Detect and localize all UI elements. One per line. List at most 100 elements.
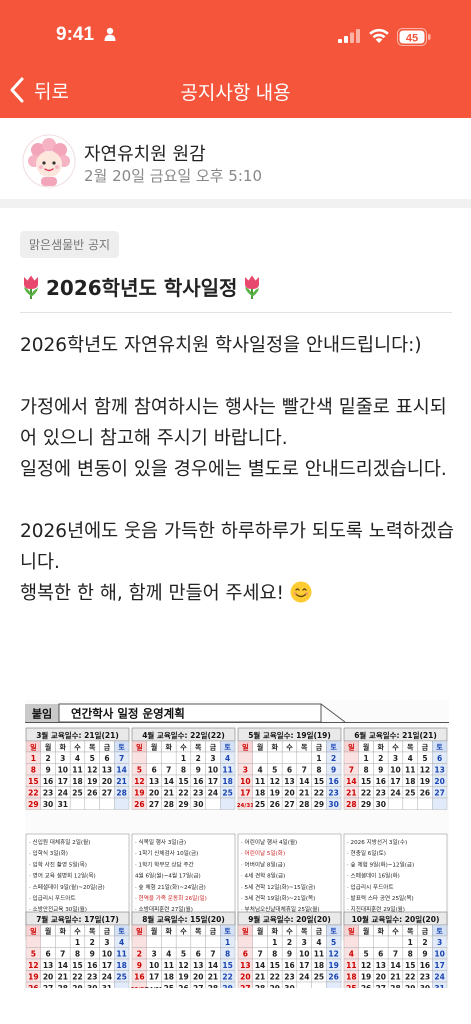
calendar-day: 5 xyxy=(272,765,277,774)
calendar-day: 8 xyxy=(316,765,321,774)
calendar-day: 18 xyxy=(255,788,265,797)
weekday-label: 월 xyxy=(151,743,157,752)
weekday-label: 금 xyxy=(104,928,111,936)
calendar-day: 1 xyxy=(316,754,321,763)
calendar-day: 2 xyxy=(90,938,95,947)
weekday-label: 화 xyxy=(60,743,67,752)
calendar-day: 20 xyxy=(240,972,250,981)
calendar-day: 18 xyxy=(405,777,415,786)
calendar-day: 10 xyxy=(434,949,444,958)
schedule-image[interactable]: 붙임 연간학사 일정 운영계획 3월 교육일수: 21일(21) 일 월 화 수 목 금 토 1… xyxy=(25,700,449,994)
calendar-day: 14 xyxy=(208,961,218,970)
calendar-day: 4 xyxy=(166,949,171,958)
calendar-day: 20 xyxy=(43,972,53,981)
calendar-day: 8 xyxy=(408,949,413,958)
weekday-label: 수 xyxy=(286,744,293,752)
weekday-label: 화 xyxy=(166,927,173,936)
calendar-day: 13 xyxy=(193,961,203,970)
calendar-day: 28 xyxy=(58,984,68,988)
avatar[interactable] xyxy=(22,134,76,188)
calendar-day: 24 xyxy=(208,788,218,797)
calendar-day: 25 xyxy=(255,800,265,809)
calendar-day: 23 xyxy=(193,788,203,797)
calendar-day: 17 xyxy=(390,777,400,786)
weekday-label: 화 xyxy=(378,743,385,752)
calendar-day: 12 xyxy=(134,777,144,786)
calendar-day: 27 xyxy=(43,984,53,988)
schedule-note: · 어린이날 5일(화) xyxy=(241,849,285,857)
schedule-note: · 4세 견학 8일(금) xyxy=(241,872,285,880)
calendar-day: 16 xyxy=(376,777,386,786)
calendar-day: 2 xyxy=(196,754,201,763)
calendar-day: 20 xyxy=(434,777,444,786)
schedule-note: · 영어 교육 설명회 12일(목) xyxy=(29,872,96,880)
calendar-day: 25 xyxy=(222,788,232,797)
weekday-label: 일 xyxy=(136,743,142,752)
month-header: 3월 교육일수: 21일(21) xyxy=(36,730,119,740)
calendar-day: 23 xyxy=(87,972,97,981)
month-header: 7월 교육일수: 17일(17) xyxy=(36,914,119,924)
calendar-day: 30 xyxy=(193,800,203,809)
calendar-day: 16 xyxy=(284,961,294,970)
calendar-day: 23 xyxy=(420,972,430,981)
calendar-day: 21 xyxy=(390,972,400,981)
calendar-day: 23 xyxy=(43,788,53,797)
weekday-label: 금 xyxy=(104,744,111,752)
calendar-day: 27 xyxy=(434,788,444,797)
calendar-day: 30 xyxy=(284,984,294,988)
weekday-label: 화 xyxy=(378,927,385,936)
calendar-day: 20 xyxy=(193,972,203,981)
calendar-day: 7 xyxy=(210,949,215,958)
weekday-label: 토 xyxy=(330,928,337,936)
calendar-day: 25 xyxy=(314,972,324,981)
calendar-day: 8 xyxy=(272,949,277,958)
calendar-day: 14 xyxy=(346,777,356,786)
calendar-day: 16 xyxy=(43,777,53,786)
page-title: 공지사항 내용 xyxy=(180,83,291,104)
schedule-note: · 스페셜데이 16일(화) xyxy=(347,872,400,880)
weekday-label: 화 xyxy=(272,927,279,936)
calendar-day: 18 xyxy=(164,972,174,981)
month-header: 5월 교육일수: 19일(19) xyxy=(248,730,331,740)
schedule-note: · 입학식 3일(화) xyxy=(29,849,68,857)
month-header: 10월 교육일수: 20일(20) xyxy=(352,914,440,924)
schedule-note: · 3세 견학 19일(화)~21일(목) xyxy=(241,894,315,902)
calendar-day: 1 xyxy=(363,754,368,763)
weekday-label: 토 xyxy=(330,744,337,752)
calendar-day: 26 xyxy=(87,788,97,797)
calendar-day: 17 xyxy=(58,777,68,786)
calendar-day: 9 xyxy=(137,961,142,970)
weekday-label: 토 xyxy=(224,928,231,936)
calendar-day: 26 xyxy=(420,788,430,797)
calendar-day: 27 xyxy=(102,788,112,797)
calendar-day: 14 xyxy=(390,961,400,970)
calendar-day: 16 xyxy=(134,972,144,981)
calendar-day: 13 xyxy=(102,765,112,774)
calendar-day: 20 xyxy=(102,777,112,786)
calendar-day: 2 xyxy=(378,754,383,763)
calendar-day: 2 xyxy=(137,949,142,958)
calendar-day: 1 xyxy=(75,938,80,947)
weekday-label: 토 xyxy=(118,744,125,752)
weekday-label: 수 xyxy=(392,928,399,936)
month-header: 6월 교육일수: 21일(21) xyxy=(354,730,437,740)
calendar-day: 1 xyxy=(225,938,230,947)
calendar-day: 30 xyxy=(87,984,97,988)
calendar-day: 13 xyxy=(240,961,250,970)
calendar-day: 5 xyxy=(363,949,368,958)
battery-icon: 45 xyxy=(397,28,431,46)
category-tag: 맑은샘물반 공지 xyxy=(20,231,120,258)
calendar-day: 21 xyxy=(116,777,126,786)
calendar-day: 8 xyxy=(31,765,36,774)
calendar-day: 15 xyxy=(405,961,415,970)
schedule-header-title: 연간학사 일정 운영계획 xyxy=(71,707,185,721)
calendar-day: 7 xyxy=(393,949,398,958)
calendar-day: 26 xyxy=(28,984,38,988)
author-header: 자연유치원 원감 2월 20일 금요일 오후 5:10 xyxy=(0,118,471,198)
smiling-face-icon xyxy=(290,581,312,603)
calendar-day: 30 xyxy=(43,800,53,809)
weekday-label: 월 xyxy=(45,927,51,936)
schedule-note: · 신입원 대체휴일 2일(월) xyxy=(29,838,90,846)
calendar-day: 7 xyxy=(349,765,354,774)
calendar-day: 11 xyxy=(405,765,415,774)
